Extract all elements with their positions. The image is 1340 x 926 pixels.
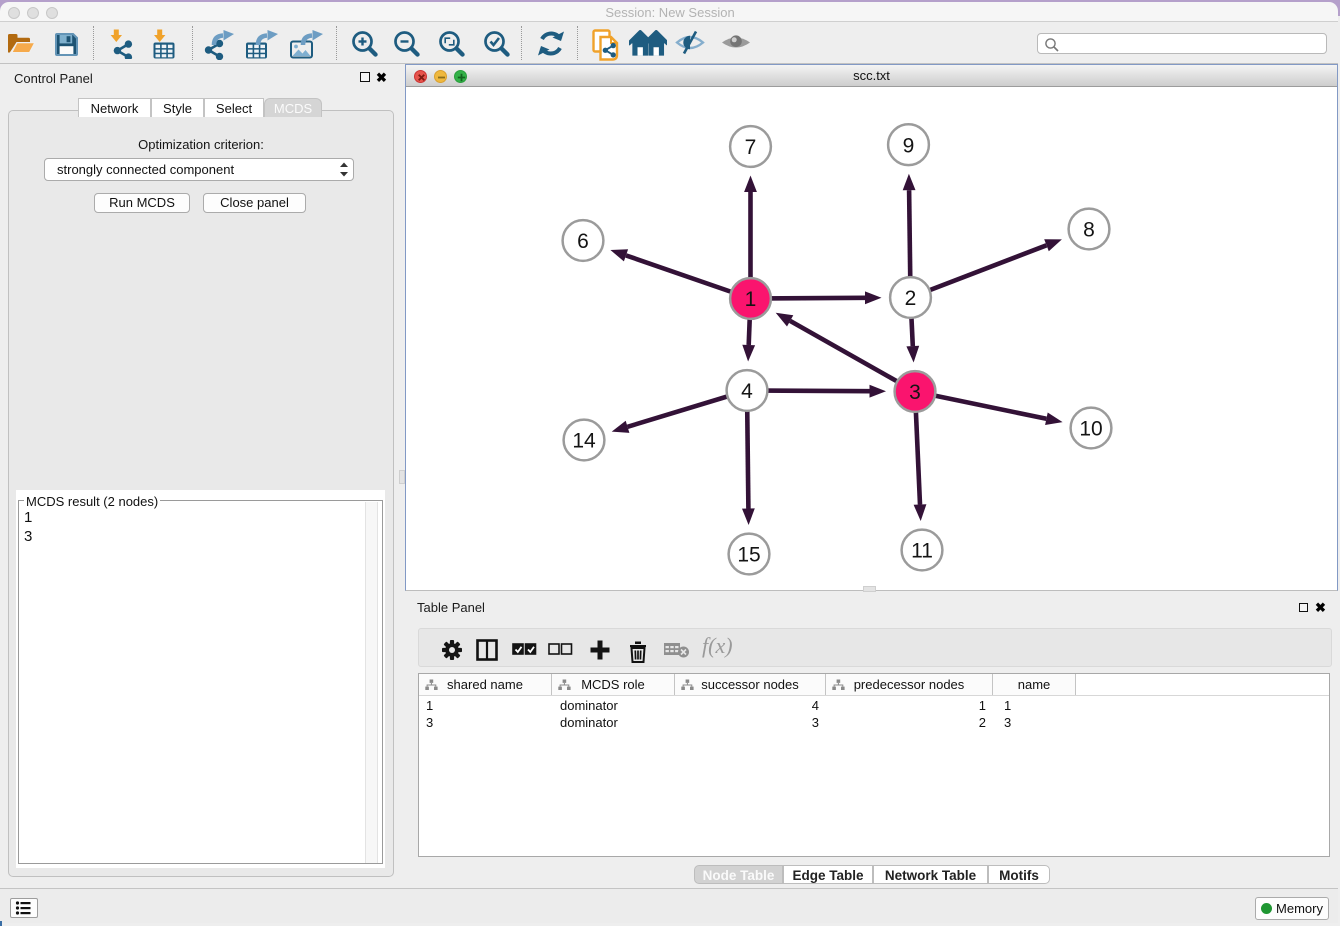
svg-text:10: 10 bbox=[1079, 418, 1102, 441]
svg-text:1: 1 bbox=[745, 288, 757, 311]
svg-text:3: 3 bbox=[909, 381, 921, 404]
svg-text:6: 6 bbox=[577, 230, 589, 253]
svg-text:4: 4 bbox=[741, 380, 753, 403]
svg-text:11: 11 bbox=[911, 540, 933, 563]
svg-text:14: 14 bbox=[572, 430, 596, 453]
svg-text:7: 7 bbox=[745, 136, 757, 159]
svg-text:9: 9 bbox=[903, 134, 915, 157]
svg-text:2: 2 bbox=[905, 287, 917, 310]
svg-text:8: 8 bbox=[1083, 219, 1095, 242]
svg-text:15: 15 bbox=[737, 544, 760, 567]
